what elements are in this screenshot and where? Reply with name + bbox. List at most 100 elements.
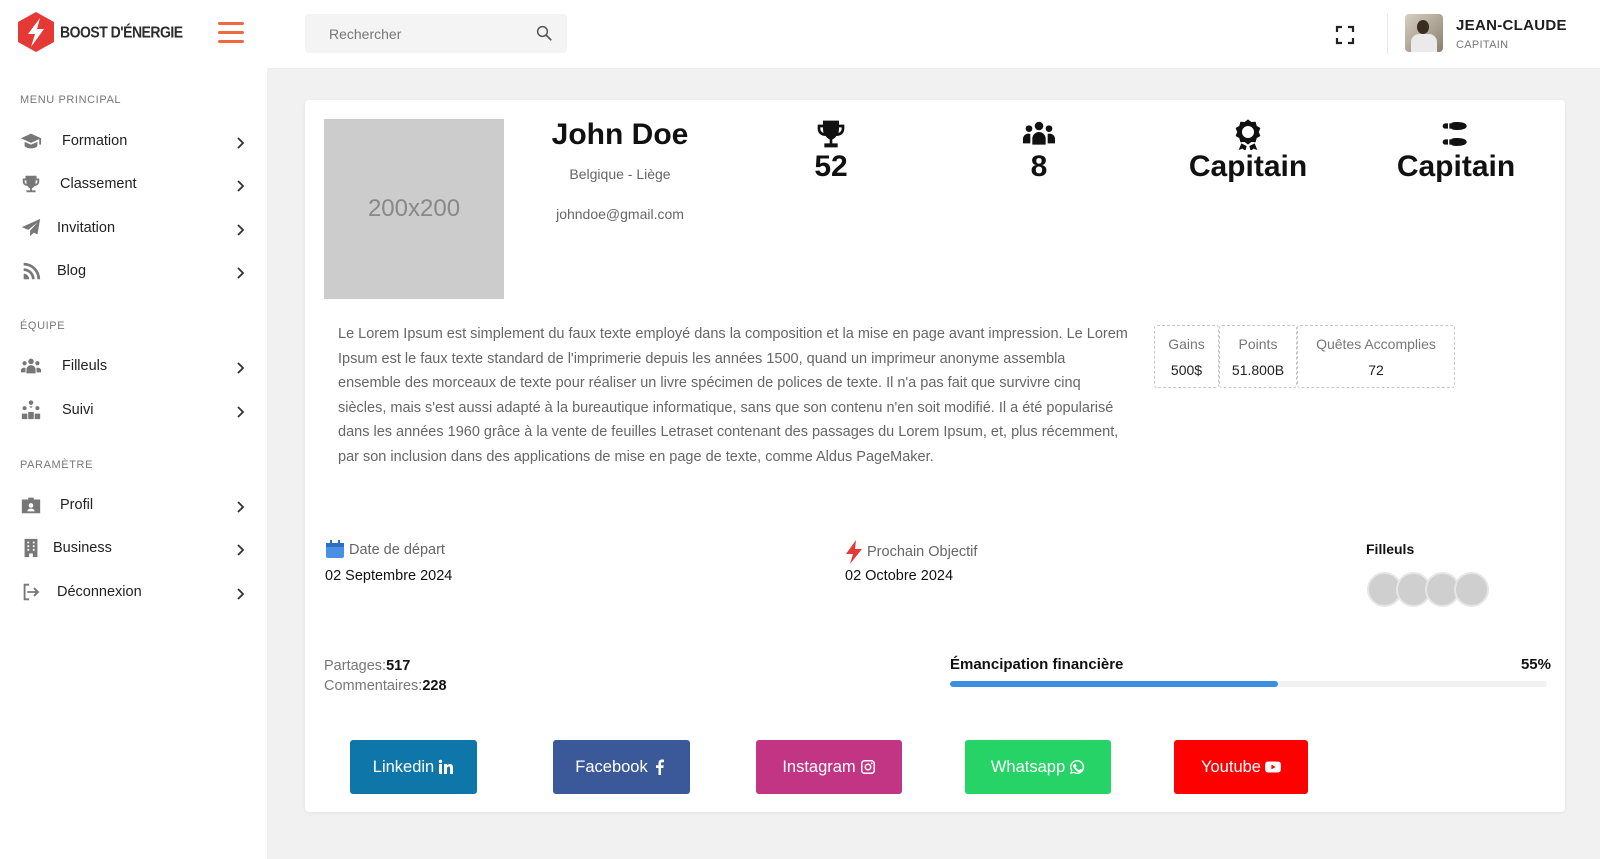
stat-trophy: 52 [731, 118, 931, 184]
award-icon [1235, 119, 1261, 150]
sidebar-item-label: Classement [60, 176, 137, 192]
comments-row: Commentaires:228 [324, 676, 447, 696]
fullscreen-icon[interactable] [1335, 25, 1355, 45]
user-name[interactable]: JEAN-CLAUDE [1456, 17, 1567, 34]
sidebar-item-label: Formation [62, 133, 128, 149]
chevron-right-icon [236, 587, 246, 600]
section-title-equipe: ÉQUIPE [20, 320, 66, 332]
sidebar-item-label: Déconnexion [57, 584, 142, 600]
user-role: CAPITAIN [1456, 39, 1509, 51]
info-box-quetes: Quêtes Accomplies 72 [1297, 325, 1455, 388]
progress-track [950, 681, 1547, 687]
building-icon [18, 537, 44, 559]
chevron-right-icon [236, 266, 246, 279]
sidebar-item-filleuls[interactable]: Filleuls [0, 346, 267, 386]
sidebar-item-invitation[interactable]: Invitation [0, 208, 267, 248]
stat-value: 8 [1030, 150, 1048, 183]
chevron-right-icon [236, 136, 246, 149]
top-bar: JEAN-CLAUDE CAPITAIN [267, 0, 1600, 68]
info-box-label: Quêtes Accomplies [1316, 336, 1436, 352]
whatsapp-icon [1070, 759, 1085, 774]
sidebar-item-classement[interactable]: Classement [0, 164, 267, 204]
section-title-parametre: PARAMÈTRE [20, 459, 94, 471]
chevron-right-icon [236, 223, 246, 236]
sidebar-item-formation[interactable]: Formation [0, 121, 267, 161]
stat-value: 52 [814, 150, 848, 183]
info-box-value: 51.800B [1231, 362, 1285, 378]
brand-name: BOOST D'ÉNERGIE [60, 22, 183, 42]
youtube-button[interactable]: Youtube [1174, 740, 1308, 794]
calendar-icon [326, 540, 344, 558]
sidebar: BOOST D'ÉNERGIE MENU PRINCIPAL Formation… [0, 0, 267, 859]
sign-out-icon [18, 581, 44, 603]
progress-fill [950, 681, 1279, 687]
lightning-logo-icon [18, 12, 54, 52]
shoe-prints-icon [1442, 122, 1467, 146]
profile-image-placeholder: 200x200 [324, 119, 504, 299]
progress-percent: 55% [1520, 656, 1551, 673]
instagram-button[interactable]: Instagram [756, 740, 902, 794]
sidebar-item-label: Filleuls [62, 358, 108, 374]
shares-label: Partages: [324, 658, 387, 674]
chevron-right-icon [236, 179, 246, 192]
facebook-button[interactable]: Facebook [553, 740, 690, 794]
sidebar-item-deconnexion[interactable]: Déconnexion [0, 572, 267, 612]
graduation-cap-icon [18, 130, 44, 152]
sidebar-item-suivi[interactable]: Suivi [0, 390, 267, 430]
users-icon [18, 355, 44, 377]
stat-steps: Capitain [1356, 118, 1556, 184]
chevron-right-icon [236, 361, 246, 374]
stat-users: 8 [939, 118, 1139, 184]
sidebar-item-profil[interactable]: Profil [0, 485, 267, 525]
people-arrows-icon [18, 399, 44, 421]
search-icon[interactable] [535, 24, 553, 42]
info-box-value: 72 [1368, 362, 1384, 378]
whatsapp-button[interactable]: Whatsapp [965, 740, 1111, 794]
sidebar-item-label: Profil [60, 497, 94, 513]
youtube-icon [1265, 761, 1281, 773]
trophy-icon [817, 120, 845, 148]
sidebar-item-business[interactable]: Business [0, 528, 267, 568]
trophy-icon [18, 173, 44, 195]
profile-location: Belgique - Liège [569, 166, 671, 182]
sidebar-item-label: Blog [57, 263, 87, 279]
filleul-avatar[interactable] [1454, 572, 1489, 607]
shares-row: Partages:517 [324, 656, 447, 676]
section-title-menu: MENU PRINCIPAL [20, 94, 122, 106]
brand-logo[interactable]: BOOST D'ÉNERGIE [14, 10, 183, 54]
search-input[interactable] [305, 25, 525, 42]
info-box-gains: Gains 500$ [1154, 325, 1219, 388]
next-objective-label-text: Prochain Objectif [867, 544, 978, 560]
sidebar-item-label: Suivi [62, 402, 94, 418]
stat-value: Capitain [1188, 150, 1308, 183]
sidebar-item-label: Invitation [57, 220, 116, 236]
start-date-value: 02 Septembre 2024 [325, 568, 453, 584]
comments-label: Commentaires: [324, 678, 423, 694]
lightning-icon [846, 540, 862, 564]
next-objective-label: Prochain Objectif [845, 540, 977, 564]
social-label: Linkedin [372, 757, 435, 776]
linkedin-button[interactable]: Linkedin [350, 740, 477, 794]
chevron-right-icon [236, 543, 246, 556]
users-icon [1023, 121, 1055, 145]
blog-icon [18, 260, 44, 282]
chevron-right-icon [236, 500, 246, 513]
menu-toggle-icon[interactable] [218, 22, 244, 44]
next-objective-value: 02 Octobre 2024 [845, 568, 954, 584]
instagram-icon [860, 760, 875, 774]
stat-value: Capitain [1396, 150, 1516, 183]
profile-card: 200x200 John Doe Belgique - Liège johndo… [305, 100, 1565, 812]
social-label: Facebook [575, 757, 648, 776]
info-box-value: 500$ [1170, 362, 1203, 378]
engagement-counts: Partages:517 Commentaires:228 [324, 656, 447, 696]
chevron-right-icon [236, 405, 246, 418]
comments-value: 228 [422, 678, 447, 694]
profile-email: johndoe@gmail.com [556, 206, 684, 222]
sidebar-item-blog[interactable]: Blog [0, 251, 267, 291]
avatar[interactable] [1405, 14, 1443, 52]
info-box-points: Points 51.800B [1219, 325, 1297, 388]
social-label: Whatsapp [990, 757, 1066, 776]
start-date-label: Date de départ [325, 540, 445, 559]
social-label: Instagram [782, 757, 856, 776]
shares-value: 517 [386, 658, 411, 674]
